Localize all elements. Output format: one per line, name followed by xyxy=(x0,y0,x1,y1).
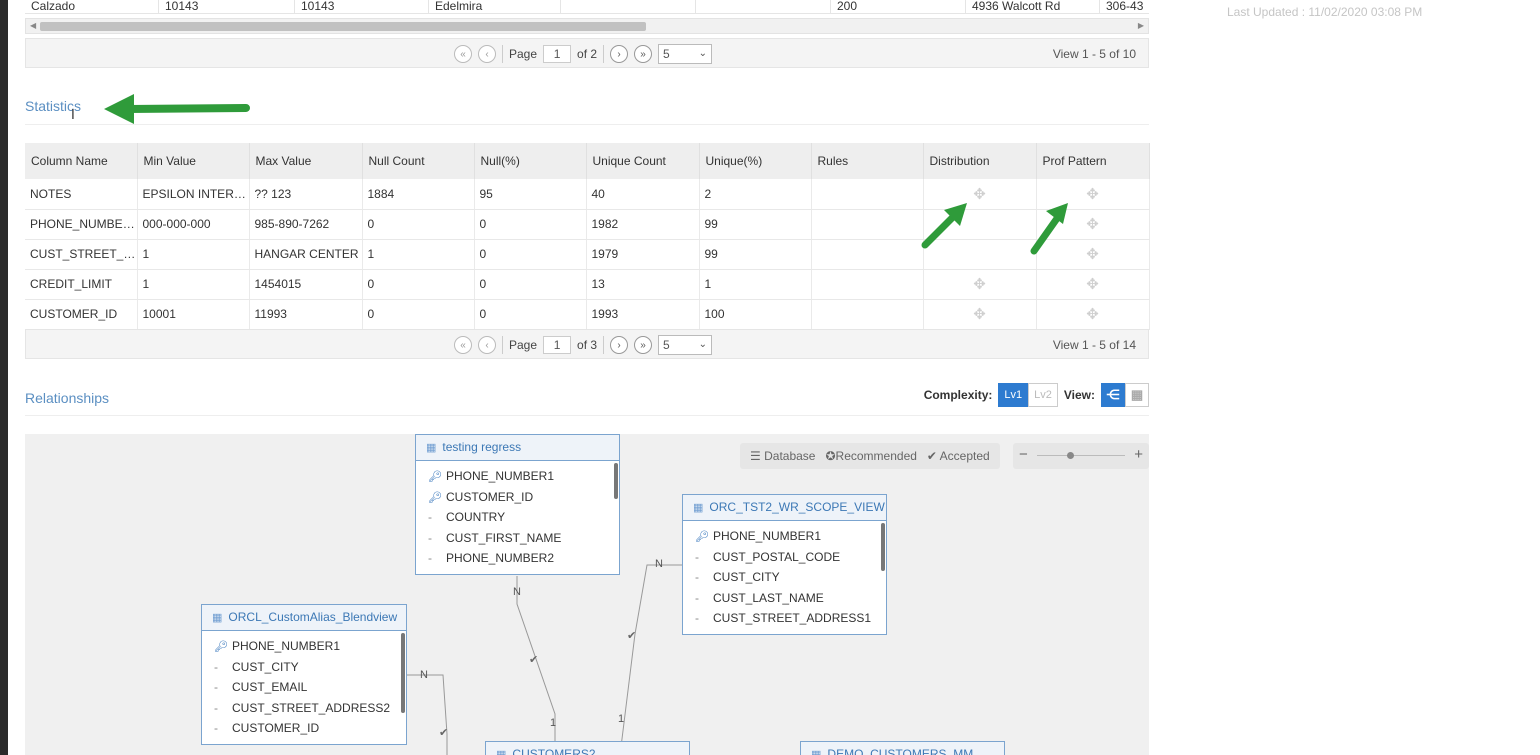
text-cursor-icon: I xyxy=(71,108,75,123)
annotation-arrow-left xyxy=(104,94,250,124)
annotation-arrow-pattern xyxy=(1030,203,1068,255)
annotation-overlay: I xyxy=(71,94,1068,255)
annotation-arrow-distribution xyxy=(921,203,967,249)
